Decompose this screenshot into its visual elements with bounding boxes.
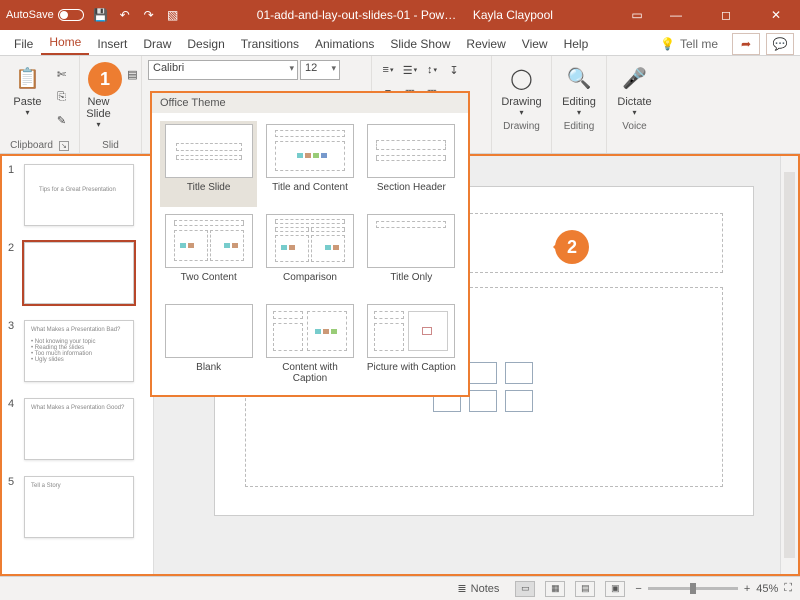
layout-two-content[interactable]: Two Content — [160, 211, 257, 297]
layout-picture-with-caption[interactable]: Picture with Caption — [363, 301, 460, 387]
thumb-number: 4 — [8, 398, 18, 460]
normal-view-button[interactable]: ▭ — [515, 581, 535, 597]
thumbnail-slide-5[interactable]: Tell a Story — [24, 476, 134, 538]
tab-review[interactable]: Review — [458, 33, 513, 55]
layout-blank[interactable]: Blank — [160, 301, 257, 387]
reading-view-button[interactable]: ▤ — [575, 581, 595, 597]
toggle-off-icon — [58, 9, 84, 21]
tab-insert[interactable]: Insert — [89, 33, 135, 55]
share-button[interactable]: ➦ — [732, 33, 760, 55]
thumb-number: 3 — [8, 320, 18, 382]
tab-view[interactable]: View — [514, 33, 556, 55]
thumb-number: 2 — [8, 242, 18, 304]
insert-online-picture-icon[interactable] — [469, 390, 497, 412]
slideshow-view-button[interactable]: ▣ — [605, 581, 625, 597]
notes-button[interactable]: ≣Notes — [457, 582, 499, 595]
layout-content-with-caption[interactable]: Content with Caption — [261, 301, 358, 387]
copy-icon[interactable]: ⎘ — [52, 87, 72, 107]
numbering-icon[interactable]: ☰ — [400, 60, 420, 80]
tab-file[interactable]: File — [6, 33, 41, 55]
thumb-number: 5 — [8, 476, 18, 538]
callout-badge-2: 2 — [555, 230, 589, 264]
clipboard-icon: 📋 — [12, 62, 44, 94]
title-bar: AutoSave 💾 ↶ ↷ ▧ 01-add-and-lay-out-slid… — [0, 0, 800, 30]
callout-badge-1: 1 — [88, 62, 122, 96]
thumbnail-slide-4[interactable]: What Makes a Presentation Good? — [24, 398, 134, 460]
drawing-button[interactable]: ◯ Drawing ▾ — [497, 60, 545, 119]
layout-title-slide[interactable]: Title Slide — [160, 121, 257, 207]
layout-title-and-content[interactable]: Title and Content — [261, 121, 358, 207]
tell-me-label: Tell me — [680, 37, 718, 51]
tab-slideshow[interactable]: Slide Show — [382, 33, 458, 55]
find-icon: 🔍 — [563, 62, 595, 94]
tab-design[interactable]: Design — [179, 33, 232, 55]
insert-chart-icon[interactable] — [469, 362, 497, 384]
start-slideshow-icon[interactable]: ▧ — [166, 8, 180, 22]
line-spacing-icon[interactable]: ↕ — [422, 60, 442, 80]
thumbnail-slide-1[interactable]: Tips for a Great Presentation — [24, 164, 134, 226]
format-painter-icon[interactable]: ✎ — [52, 110, 72, 130]
clipboard-group-label: Clipboard — [10, 140, 53, 151]
zoom-level[interactable]: 45% — [756, 583, 778, 595]
maximize-button[interactable]: ◻ — [708, 0, 744, 30]
layout-icon[interactable]: ▤ — [123, 64, 143, 84]
vertical-scrollbar[interactable] — [780, 156, 798, 574]
voice-group-label: Voice — [622, 121, 646, 132]
tab-transitions[interactable]: Transitions — [233, 33, 307, 55]
thumbnail-slide-2[interactable] — [24, 242, 134, 304]
autosave-label: AutoSave — [6, 9, 54, 21]
lightbulb-icon: 💡 — [660, 37, 675, 51]
notes-icon: ≣ — [457, 582, 466, 595]
close-button[interactable]: ✕ — [758, 0, 794, 30]
zoom-in-button[interactable]: + — [744, 583, 750, 595]
undo-icon[interactable]: ↶ — [118, 8, 132, 22]
dictate-button[interactable]: 🎤 Dictate ▾ — [613, 60, 655, 119]
thumbnail-slide-3[interactable]: What Makes a Presentation Bad?• Not know… — [24, 320, 134, 382]
slides-group-label: Slid — [102, 140, 119, 151]
tab-help[interactable]: Help — [556, 33, 597, 55]
status-bar: ≣Notes ▭ ▦ ▤ ▣ − + 45% ⛶ — [0, 576, 800, 600]
autosave-toggle[interactable]: AutoSave — [6, 9, 84, 21]
slide-thumbnail-pane[interactable]: 1 Tips for a Great Presentation 2 3 What… — [2, 156, 154, 574]
paste-button[interactable]: 📋 Paste ▾ — [8, 60, 48, 119]
minimize-button[interactable]: — — [658, 0, 694, 30]
cut-icon[interactable]: ✄ — [52, 64, 72, 84]
font-size-select[interactable]: 12 — [300, 60, 340, 80]
insert-smartart-icon[interactable] — [505, 362, 533, 384]
layout-comparison[interactable]: Comparison — [261, 211, 358, 297]
microphone-icon: 🎤 — [619, 62, 651, 94]
slide-sorter-view-button[interactable]: ▦ — [545, 581, 565, 597]
document-title: 01-add-and-lay-out-slides-01 - Pow… — [257, 8, 456, 22]
editing-button[interactable]: 🔍 Editing ▾ — [558, 60, 600, 119]
tell-me-search[interactable]: 💡 Tell me — [652, 33, 726, 55]
layout-title-only[interactable]: Title Only — [363, 211, 460, 297]
zoom-out-button[interactable]: − — [635, 583, 641, 595]
font-family-select[interactable]: Calibri — [148, 60, 298, 80]
gallery-header: Office Theme — [152, 93, 468, 113]
redo-icon[interactable]: ↷ — [142, 8, 156, 22]
thumb-number: 1 — [8, 164, 18, 226]
insert-video-icon[interactable] — [505, 390, 533, 412]
bullets-icon[interactable]: ≡ — [378, 60, 398, 80]
shapes-icon: ◯ — [506, 62, 538, 94]
ribbon-options-icon[interactable]: ▭ — [630, 8, 644, 22]
user-name: Kayla Claypool — [473, 8, 553, 22]
launcher-icon[interactable]: ↘ — [59, 141, 69, 151]
zoom-slider[interactable] — [648, 587, 738, 590]
editing-group-label: Editing — [564, 121, 595, 132]
tab-draw[interactable]: Draw — [135, 33, 179, 55]
save-icon[interactable]: 💾 — [94, 8, 108, 22]
layout-gallery: Office Theme Title Slide Title and Conte… — [150, 91, 470, 397]
comments-button[interactable]: 💬 — [766, 33, 794, 55]
fit-to-window-button[interactable]: ⛶ — [784, 582, 792, 595]
ribbon-tabs: File Home Insert Draw Design Transitions… — [0, 30, 800, 56]
text-direction-icon[interactable]: ↧ — [444, 60, 464, 80]
tab-animations[interactable]: Animations — [307, 33, 382, 55]
drawing-group-label: Drawing — [503, 121, 540, 132]
tab-home[interactable]: Home — [41, 31, 89, 55]
layout-section-header[interactable]: Section Header — [363, 121, 460, 207]
